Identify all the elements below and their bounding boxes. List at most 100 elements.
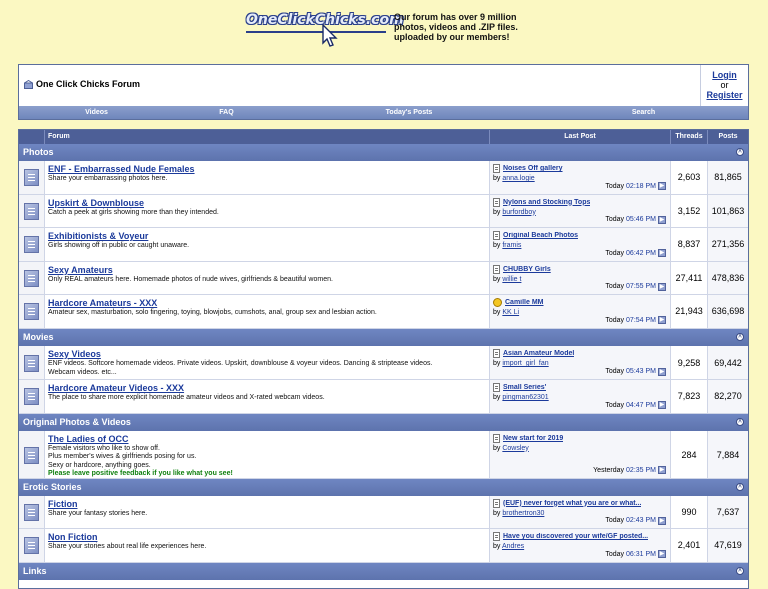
- last-post-author-link[interactable]: Cowsley: [502, 445, 528, 452]
- last-post-title-line: Nylons and Stocking Tops: [493, 197, 666, 207]
- post-document-icon: [493, 532, 500, 542]
- last-post-author-link[interactable]: KK Li: [502, 309, 519, 316]
- forum-title-link[interactable]: The Ladies of OCC: [48, 434, 486, 445]
- forum-description: Share your embarrassing photos here.: [48, 175, 168, 182]
- login-link[interactable]: Login: [712, 70, 737, 80]
- forum-title-link[interactable]: Hardcore Amateurs - XXX: [48, 298, 486, 309]
- last-post-title-line: Noises Off gallery: [493, 164, 666, 173]
- collapse-icon[interactable]: ˄: [736, 333, 744, 341]
- forum-info-cell: Hardcore Amateurs - XXX Amateur sex, mast…: [45, 295, 490, 328]
- go-to-last-post-icon[interactable]: ▶: [658, 516, 666, 525]
- threads-count: 990: [671, 495, 708, 529]
- posts-count: 69,442: [708, 346, 748, 379]
- last-post-author-link[interactable]: Andres: [502, 543, 524, 550]
- forum-status-icon: [24, 503, 39, 521]
- forum-title-link[interactable]: ENF - Embarrassed Nude Females: [48, 164, 486, 175]
- category-title[interactable]: Links: [23, 563, 47, 580]
- forum-title-link[interactable]: Fiction: [48, 499, 486, 510]
- forum-title: One Click Chicks Forum: [36, 79, 141, 89]
- collapse-icon[interactable]: ˄: [736, 482, 744, 491]
- last-post-author-link[interactable]: import_girl_fan: [502, 360, 548, 367]
- go-to-last-post-icon[interactable]: ▶: [658, 367, 666, 376]
- banner-tagline: Our forum has over 9 million photos, vid…: [394, 12, 518, 42]
- posts-count: 478,836: [708, 261, 748, 295]
- last-post-title-link[interactable]: Camille MM: [505, 299, 544, 306]
- last-post-title-link[interactable]: Original Beach Photos: [503, 232, 578, 239]
- forum-status-icon: [24, 537, 39, 555]
- last-post-title-link[interactable]: (EUF) never forget what you are or what.…: [503, 500, 641, 507]
- collapse-icon[interactable]: ˄: [736, 566, 744, 575]
- last-post-time: 02:18 PM: [626, 182, 656, 190]
- go-to-last-post-icon[interactable]: ▶: [658, 550, 666, 559]
- nav-links-bar: Videos FAQ Today's Posts Search: [19, 106, 748, 119]
- forum-title-link[interactable]: Non Fiction: [48, 532, 486, 543]
- last-post-author-link[interactable]: framis: [502, 242, 521, 249]
- forum-title-link[interactable]: Sexy Videos: [48, 349, 486, 360]
- category-header: Links ˄: [19, 562, 748, 580]
- forum-title-link[interactable]: Exhibitionists & Voyeur: [48, 231, 486, 242]
- last-post-author-link[interactable]: brothertron30: [502, 510, 544, 517]
- last-post-time: 06:31 PM: [626, 550, 656, 558]
- last-post-title-link[interactable]: CHUBBY Girls: [503, 266, 551, 273]
- forum-row: ENF - Embarrassed Nude Females Share your…: [19, 161, 748, 195]
- by-label: by: [493, 360, 501, 367]
- post-document-icon: [493, 498, 500, 508]
- go-to-last-post-icon[interactable]: ▶: [658, 401, 666, 410]
- last-post-author-link[interactable]: anna.logie: [502, 175, 534, 182]
- register-link[interactable]: Register: [706, 90, 742, 100]
- go-to-last-post-icon[interactable]: ▶: [658, 215, 666, 224]
- last-post-title-link[interactable]: Asian Amateur Model: [503, 350, 574, 357]
- navbar-box: One Click Chicks Forum Login or Register…: [18, 64, 749, 120]
- last-post-title-line: CHUBBY Girls: [493, 264, 666, 274]
- posts-count: 7,884: [708, 430, 748, 478]
- collapse-icon[interactable]: ˄: [736, 148, 744, 156]
- forum-description: Share your fantasy stories here.: [48, 509, 148, 517]
- collapse-icon[interactable]: ˄: [736, 417, 744, 426]
- forum-row: Exhibitionists & Voyeur Girls showing off…: [19, 228, 748, 262]
- last-post-title-link[interactable]: Small Series': [503, 384, 546, 391]
- cursor-icon: [322, 24, 338, 47]
- last-post-date: Yesterday 02:35 PM ▶: [593, 466, 666, 475]
- site-banner: OneClickChicks.com Our forum has over 9 …: [246, 10, 546, 50]
- threads-count: 284: [671, 430, 708, 478]
- forum-breadcrumb[interactable]: One Click Chicks Forum: [24, 79, 140, 89]
- last-post-title-link[interactable]: New start for 2019: [503, 435, 563, 442]
- go-to-last-post-icon[interactable]: ▶: [658, 282, 666, 291]
- threads-count: 2,401: [671, 529, 708, 562]
- threads-count: 21,943: [671, 295, 708, 328]
- go-to-last-post-icon[interactable]: ▶: [658, 466, 666, 475]
- last-post-author-link[interactable]: willie t: [502, 276, 521, 283]
- forum-info-cell: Fiction Share your fantasy stories here.: [45, 495, 490, 529]
- nav-todays-posts-link[interactable]: Today's Posts: [279, 106, 539, 119]
- category-title[interactable]: Movies: [23, 329, 54, 346]
- last-post-title-line: Original Beach Photos: [493, 231, 666, 241]
- forum-title-link[interactable]: Upskirt & Downblouse: [48, 198, 486, 209]
- last-post-date: Today 06:42 PM ▶: [605, 249, 666, 258]
- last-post-time: 05:46 PM: [626, 216, 656, 224]
- go-to-last-post-icon[interactable]: ▶: [658, 316, 666, 325]
- last-post-date: Today 02:18 PM ▶: [605, 182, 666, 191]
- forum-status-icon: [24, 269, 39, 287]
- last-post-author-link[interactable]: pingman62301: [502, 394, 548, 401]
- category-title[interactable]: Photos: [23, 144, 54, 161]
- post-document-icon: [493, 349, 500, 358]
- last-post-title-line: (EUF) never forget what you are or what.…: [493, 498, 666, 508]
- last-post-title-link[interactable]: Have you discovered your wife/GF posted.…: [503, 533, 648, 540]
- forum-title-link[interactable]: Sexy Amateurs: [48, 265, 486, 276]
- last-post-author-link[interactable]: burfordboy: [502, 209, 535, 216]
- go-to-last-post-icon[interactable]: ▶: [658, 182, 666, 191]
- category-title[interactable]: Original Photos & Videos: [23, 414, 131, 431]
- last-post-title-link[interactable]: Noises Off gallery: [503, 165, 563, 172]
- login-or-text: or: [720, 80, 729, 90]
- forum-title-link[interactable]: Hardcore Amateur Videos - XXX: [48, 383, 486, 394]
- category-title[interactable]: Erotic Stories: [23, 479, 82, 496]
- go-to-last-post-icon[interactable]: ▶: [658, 249, 666, 258]
- nav-videos-link[interactable]: Videos: [19, 106, 174, 119]
- last-post-title-link[interactable]: Nylons and Stocking Tops: [503, 199, 590, 206]
- post-document-icon: [493, 383, 500, 392]
- forum-row: The Ladies of OCC Female visitors who lik…: [19, 430, 748, 479]
- posts-count: 101,863: [708, 194, 748, 228]
- nav-search-link[interactable]: Search: [539, 106, 748, 119]
- last-post-date: Today 05:43 PM ▶: [605, 367, 666, 376]
- nav-faq-link[interactable]: FAQ: [174, 106, 279, 119]
